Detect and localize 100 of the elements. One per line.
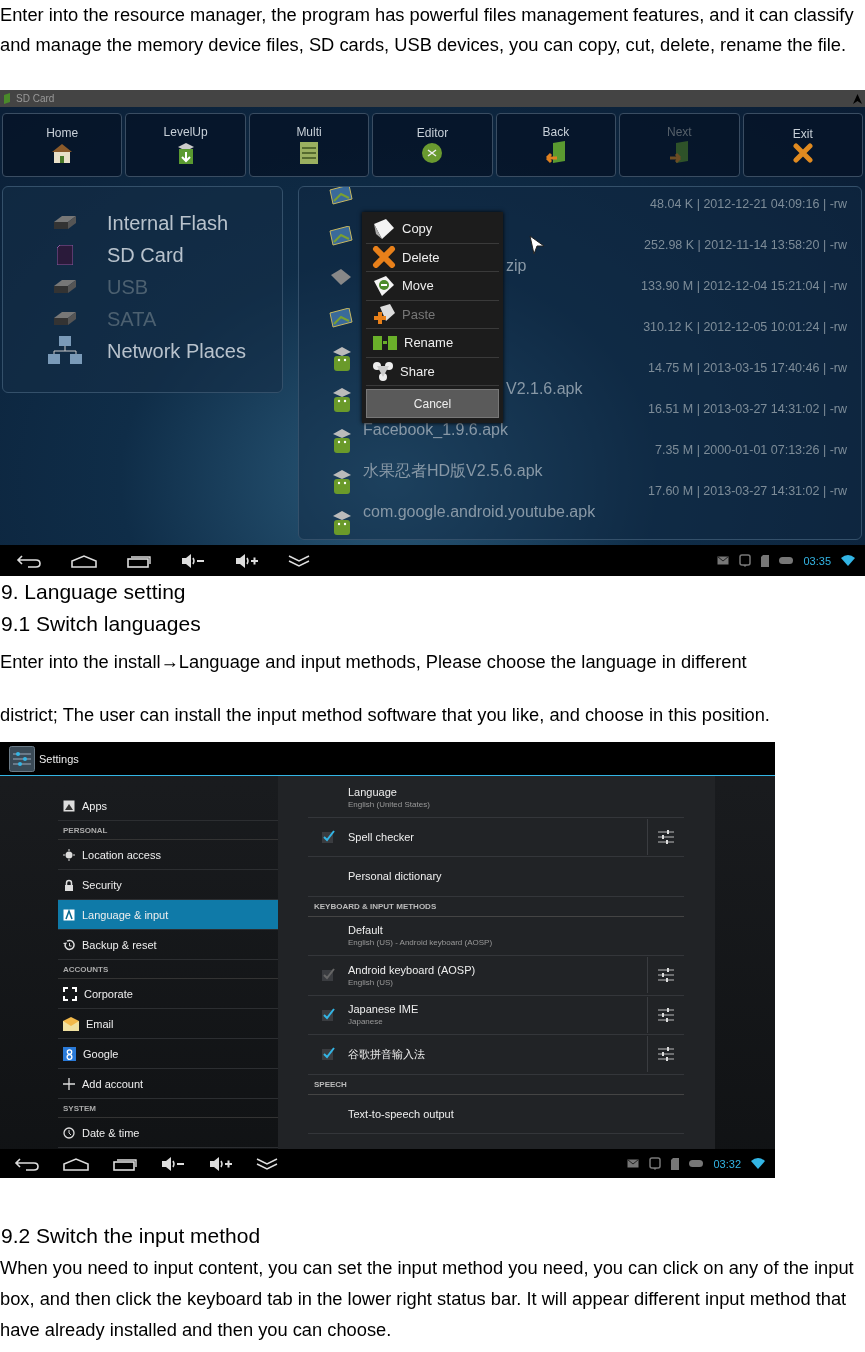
file-name[interactable]: com.google.android.youtube.apk (363, 503, 596, 520)
storage-item[interactable]: Internal Flash (3, 207, 282, 239)
gamepad-icon[interactable] (779, 556, 794, 565)
android-package-icon (331, 427, 353, 454)
wifi-icon (751, 1158, 765, 1169)
section-header: KEYBOARD & INPUT METHODS (308, 896, 684, 917)
gamepad-icon[interactable] (689, 1159, 704, 1168)
file-details: 133.90 M | 2012-12-04 15:21:04 | -rw (641, 279, 847, 293)
toolbar-button[interactable]: LevelUp (125, 113, 246, 177)
menu-item[interactable]: Rename (366, 329, 499, 358)
sd-card-icon (57, 245, 73, 265)
close-icon (792, 143, 813, 163)
settings-sliders-icon (9, 745, 35, 772)
door-arrow-right-icon (668, 141, 691, 165)
checkbox[interactable] (321, 1007, 335, 1022)
collapse-icon[interactable] (256, 1156, 278, 1171)
settings-sliders-icon[interactable] (658, 1007, 674, 1022)
toolbar-button[interactable]: Editor (372, 113, 493, 177)
option-summary: English (US) - Android keyboard (AOSP) (348, 938, 494, 948)
back-icon[interactable] (16, 553, 42, 568)
clock-icon (63, 1126, 75, 1139)
sidebar-item[interactable]: Email (58, 1009, 278, 1039)
volume-up-icon[interactable] (234, 552, 260, 569)
wifi-icon (841, 555, 855, 566)
sidebar-item[interactable]: Apps (58, 791, 278, 821)
settings-sliders-icon[interactable] (658, 968, 674, 983)
settings-row[interactable]: Spell checker (308, 817, 684, 857)
section-header: ACCOUNTS (58, 960, 278, 979)
window-title: SD Card (16, 93, 55, 104)
menu-item[interactable]: Copy (366, 215, 499, 244)
option-summary: English (United States) (348, 799, 431, 809)
backup-icon (63, 938, 75, 951)
option-title: Language (348, 785, 398, 798)
paragraph: When you need to input content, you can set the input method you need, you can click on any of the input box, and then click the keyboard tab in the lower right status bar. It will appear different input method that have already installed and then you can choose. (0, 1256, 855, 1342)
subsection-heading: 9.1 Switch languages (0, 611, 202, 637)
list-icon (299, 141, 320, 165)
volume-up-icon[interactable] (208, 1155, 234, 1172)
back-icon[interactable] (14, 1156, 40, 1171)
settings-row[interactable]: Personal dictionary (308, 857, 684, 897)
sidebar-item[interactable]: Corporate (58, 979, 278, 1009)
volume-down-icon[interactable] (180, 552, 206, 569)
apps-icon (63, 799, 75, 812)
recent-apps-icon[interactable] (126, 553, 152, 568)
subsection-heading: 9.2 Switch the input method (0, 1223, 262, 1249)
volume-down-icon[interactable] (160, 1155, 186, 1172)
home-icon[interactable] (62, 1156, 90, 1171)
keyboard-letter-icon (63, 908, 75, 921)
menu-item[interactable]: Delete (366, 243, 499, 272)
paragraph-line: district; The user can install the input method software that you like, and choose in this position. (0, 703, 771, 727)
toolbar-button[interactable]: Exit (742, 113, 863, 177)
app-notification-icon[interactable] (739, 554, 752, 567)
menu-item[interactable]: Share (366, 357, 499, 386)
file-details: 48.04 K | 2012-12-21 04:09:16 | -rw (650, 197, 847, 211)
settings-row[interactable]: Text-to-speech output (308, 1094, 684, 1134)
pointer-cursor-icon (529, 235, 545, 255)
drive-icon (54, 216, 76, 230)
android-package-icon (331, 509, 353, 536)
file-name[interactable]: Facebook_1.9.6.apk (363, 421, 508, 438)
recent-apps-icon[interactable] (112, 1156, 138, 1171)
toolbar-button[interactable]: Home (2, 113, 123, 177)
option-title: Japanese IME (348, 1003, 420, 1016)
section-header: PERSONAL (58, 821, 278, 840)
android-package-icon (331, 345, 353, 372)
settings-row[interactable]: Japanese IME Japanese (308, 995, 684, 1035)
settings-row[interactable]: Default English (US) - Android keyboard (AOSP) (308, 916, 684, 956)
cancel-button[interactable]: Cancel (366, 389, 499, 418)
settings-sliders-icon[interactable] (658, 829, 674, 844)
checkbox[interactable] (321, 829, 335, 844)
storage-item[interactable]: Network Places (3, 335, 282, 367)
window-title: Settings (39, 752, 79, 765)
section-header: SYSTEM (58, 1099, 278, 1118)
mail-icon[interactable] (717, 556, 730, 565)
settings-sliders-icon[interactable] (658, 1047, 674, 1062)
settings-row[interactable]: Language English (United States) (308, 778, 684, 818)
sd-card-icon[interactable] (761, 554, 770, 567)
image-file-icon (329, 187, 353, 205)
blocks-icon (372, 333, 398, 352)
sd-card-icon[interactable] (671, 1157, 680, 1170)
settings-row[interactable]: 谷歌拼音输入法 (308, 1035, 684, 1075)
mail-icon[interactable] (627, 1159, 640, 1168)
file-details: 14.75 M | 2013-03-15 17:40:46 | -rw (648, 361, 847, 375)
drive-icon (54, 312, 76, 326)
network-computers-icon (48, 336, 82, 366)
file-details: 310.12 K | 2012-12-05 10:01:24 | -rw (643, 320, 847, 334)
file-name[interactable]: 水果忍者HD版V2.5.6.apk (363, 462, 543, 479)
page-arrow-icon (372, 274, 396, 297)
storage-item[interactable]: SD Card (3, 239, 282, 271)
file-name[interactable]: zip (506, 257, 527, 274)
sidebar-item[interactable]: Language & input (58, 900, 278, 930)
app-notification-icon[interactable] (649, 1157, 662, 1170)
home-icon[interactable] (70, 553, 98, 568)
checkbox[interactable] (321, 1047, 335, 1062)
toolbar-button[interactable]: Back (495, 113, 617, 177)
menu-item[interactable]: Move (366, 272, 499, 301)
archive-file-icon (329, 266, 353, 287)
toolbar-button[interactable]: Multi (248, 113, 370, 177)
option-title: Personal dictionary (348, 870, 443, 883)
file-name[interactable]: V2.1.6.apk (506, 380, 583, 397)
sidebar-item[interactable]: Google (58, 1039, 278, 1069)
collapse-icon[interactable] (288, 553, 310, 568)
